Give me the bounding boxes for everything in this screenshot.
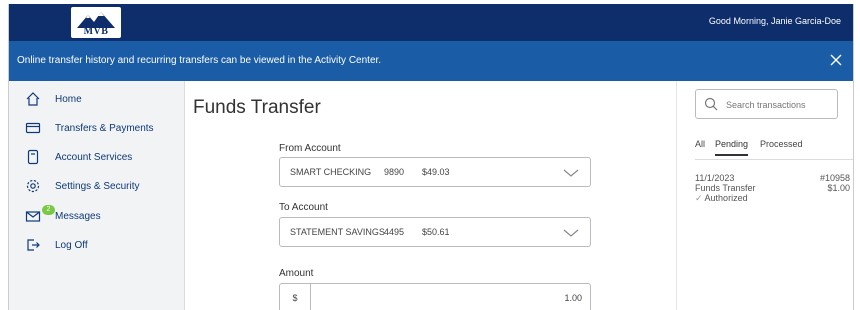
- sidebar-item-label: Log Off: [55, 240, 88, 251]
- sidebar-item-label: Home: [55, 94, 82, 105]
- transaction-type: Funds Transfer: [695, 183, 756, 193]
- from-account-name: SMART CHECKING: [290, 167, 372, 177]
- transaction-status-text: Authorized: [704, 193, 748, 203]
- chevron-down-icon: [562, 166, 580, 178]
- logout-icon: [25, 237, 41, 253]
- sidebar-item-home[interactable]: Home: [9, 89, 184, 111]
- chevron-down-icon: [562, 226, 580, 238]
- logo-text: MVB: [83, 26, 109, 37]
- search-placeholder: Search transactions: [726, 100, 806, 110]
- transaction-date: 11/1/2023: [695, 173, 735, 183]
- home-icon: [25, 91, 41, 107]
- activity-panel: Search transactions All Pending Processe…: [676, 81, 853, 310]
- from-account-label: From Account: [279, 143, 341, 154]
- tab-processed[interactable]: Processed: [760, 139, 803, 149]
- top-header: MVB Good Morning, Janie Garcia-Doe: [9, 4, 853, 41]
- sidebar-item-label: Settings & Security: [55, 181, 140, 192]
- message-count-badge: 2: [42, 205, 55, 215]
- sidebar-item-transfers[interactable]: Transfers & Payments: [9, 118, 184, 140]
- check-icon: ✓: [695, 193, 705, 203]
- envelope-icon: [25, 208, 41, 224]
- close-icon[interactable]: [827, 51, 845, 69]
- main-content: Funds Transfer From Account SMART CHECKI…: [185, 81, 676, 310]
- from-account-select[interactable]: SMART CHECKING 9890 $49.03: [279, 157, 591, 187]
- sidebar-item-label: Account Services: [55, 152, 133, 163]
- to-account-name: STATEMENT SAVINGS: [290, 227, 385, 237]
- amount-field[interactable]: $ 1.00: [279, 283, 591, 310]
- search-icon: [704, 97, 718, 111]
- transaction-id: #10958: [819, 173, 850, 183]
- currency-prefix: $: [280, 284, 311, 310]
- tab-pending[interactable]: Pending: [715, 139, 749, 156]
- bank-logo[interactable]: MVB: [71, 7, 121, 38]
- to-account-balance: $50.61: [422, 227, 450, 237]
- search-input[interactable]: Search transactions: [695, 89, 838, 119]
- info-banner: Online transfer history and recurring tr…: [9, 41, 853, 81]
- transaction-amount: $1.00: [827, 183, 850, 193]
- document-icon: [25, 149, 41, 165]
- sidebar-item-log-off[interactable]: Log Off: [9, 235, 184, 257]
- transaction-item[interactable]: 11/1/2023 #10958 Funds Transfer $1.00 ✓ …: [695, 173, 850, 209]
- gear-icon: [25, 178, 41, 194]
- sidebar-item-settings-security[interactable]: Settings & Security: [9, 176, 184, 198]
- banner-message: Online transfer history and recurring tr…: [17, 55, 382, 66]
- transaction-status: ✓ Authorized: [695, 193, 748, 204]
- page-title: Funds Transfer: [193, 97, 321, 118]
- sidebar-item-account-services[interactable]: Account Services: [9, 147, 184, 169]
- to-account-number: 4495: [384, 227, 405, 237]
- card-icon: [25, 120, 41, 136]
- sidebar-item-label: Messages: [55, 211, 101, 222]
- amount-value: 1.00: [564, 293, 582, 303]
- sidebar-nav: Home Transfers & Payments Account Servic…: [9, 81, 185, 310]
- to-account-label: To Account: [279, 202, 328, 213]
- app-frame: MVB Good Morning, Janie Garcia-Doe Onlin…: [8, 4, 854, 310]
- from-account-balance: $49.03: [422, 167, 450, 177]
- activity-tabs: All Pending Processed: [695, 139, 853, 160]
- sidebar-item-label: Transfers & Payments: [55, 123, 154, 134]
- from-account-number: 9890: [384, 167, 405, 177]
- amount-label: Amount: [279, 268, 314, 279]
- to-account-select[interactable]: STATEMENT SAVINGS 4495 $50.61: [279, 217, 591, 247]
- tab-all[interactable]: All: [695, 139, 705, 149]
- sidebar-item-messages[interactable]: 2 Messages: [9, 205, 184, 228]
- greeting-text: Good Morning, Janie Garcia-Doe: [708, 16, 841, 26]
